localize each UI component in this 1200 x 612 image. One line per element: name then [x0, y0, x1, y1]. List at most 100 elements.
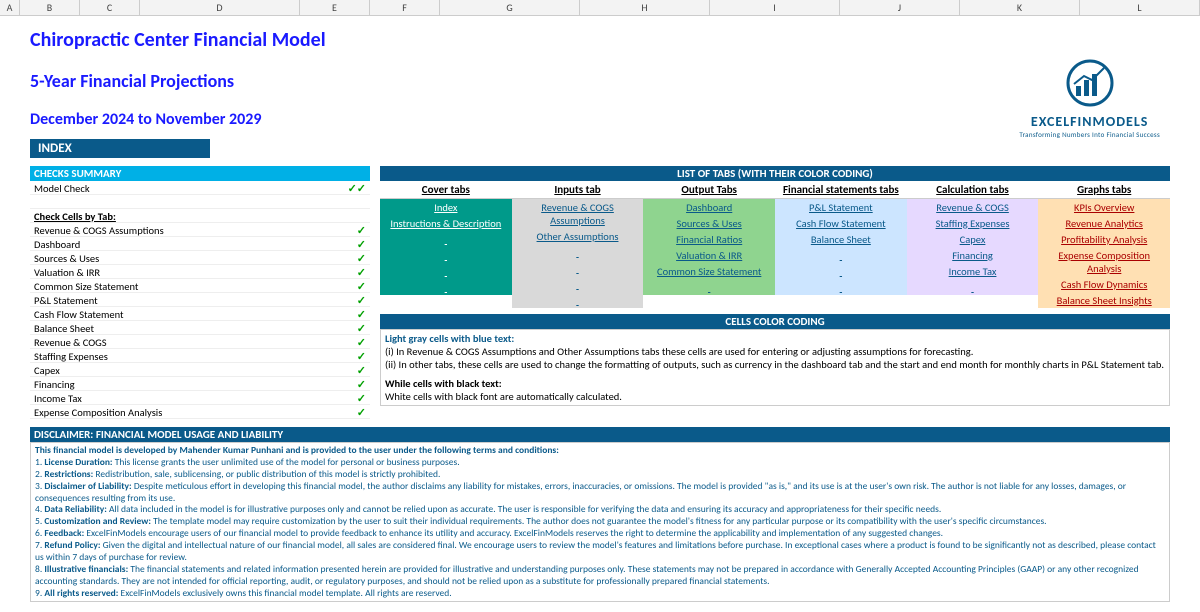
- check-label: Financing: [34, 378, 75, 389]
- tab-link[interactable]: Balance Sheet Insights: [1038, 292, 1170, 308]
- col-header-J[interactable]: J: [840, 0, 960, 15]
- tabs-col-header: Output Tabs: [643, 181, 775, 199]
- col-header-K[interactable]: K: [960, 0, 1080, 15]
- page-title-2: 5-Year Financial Projections: [30, 70, 1170, 92]
- check-label: Cash Flow Statement: [34, 308, 124, 319]
- tabs-col-header: Calculation tabs: [907, 181, 1039, 199]
- check-row: Cash Flow Statement ✓: [30, 307, 370, 321]
- check-row: Income Tax ✓: [30, 391, 370, 405]
- tab-link[interactable]: Dashboard: [643, 199, 775, 215]
- col-header-B[interactable]: B: [20, 0, 80, 15]
- check-label: Model Check: [34, 182, 90, 193]
- tab-link[interactable]: Expense Composition Analysis: [1038, 247, 1170, 276]
- disclaimer-label: Feedback:: [44, 527, 84, 539]
- page-title-1: Chiropractic Center Financial Model: [30, 28, 1170, 52]
- checks-summary-body: Model Check✓✓Check Cells by Tab:Revenue …: [30, 181, 370, 419]
- tab-link[interactable]: P&L Statement: [775, 199, 907, 215]
- tab-link[interactable]: Staffing Expenses: [907, 215, 1039, 231]
- tab-link[interactable]: Revenue & COGS: [907, 199, 1039, 215]
- col-header-L[interactable]: L: [1080, 0, 1200, 15]
- check-label: Common Size Statement: [34, 280, 138, 291]
- tab-empty: [512, 276, 644, 292]
- check-tick-icon: ✓: [357, 378, 366, 389]
- tab-link[interactable]: Common Size Statement: [643, 263, 775, 279]
- tab-empty: [512, 260, 644, 276]
- check-tick-icon: ✓: [357, 336, 366, 347]
- disclaimer-text: All data included in the model is for il…: [107, 503, 941, 515]
- check-label: Revenue & COGS: [34, 336, 107, 347]
- check-row: Staffing Expenses✓: [30, 349, 370, 363]
- tab-link[interactable]: Balance Sheet: [775, 231, 907, 247]
- tab-link[interactable]: Cash Flow Dynamics: [1038, 276, 1170, 292]
- check-tick-icon: ✓: [357, 406, 366, 417]
- disclaimer-label: Illustrative financials:: [44, 563, 128, 575]
- col-header-E[interactable]: E: [300, 0, 370, 15]
- check-tick-icon: ✓✓: [348, 182, 366, 193]
- cc-blue-line1: (i) In Revenue & COGS Assumptions and Ot…: [385, 345, 1165, 358]
- disclaimer-text: ExcelFinModels exclusively owns this fin…: [118, 587, 451, 599]
- page-title-3: December 2024 to November 2029: [30, 110, 1170, 129]
- disclaimer-item: 8. Illustrative financials: The financia…: [35, 564, 1165, 588]
- tab-link[interactable]: Profitability Analysis: [1038, 231, 1170, 247]
- check-row: Check Cells by Tab:: [30, 209, 370, 223]
- check-tick-icon: ✓: [357, 280, 366, 291]
- check-row: Valuation & IRR✓: [30, 265, 370, 279]
- tab-link[interactable]: Instructions & Description: [380, 215, 512, 231]
- disclaimer-label: License Duration:: [44, 456, 112, 468]
- tab-link[interactable]: Cash Flow Statement: [775, 215, 907, 231]
- disclaimer-body: This financial model is developed by Mah…: [30, 442, 1170, 602]
- cc-black-line1: White cells with black font are automati…: [385, 390, 1165, 403]
- col-header-H[interactable]: H: [580, 0, 710, 15]
- check-label: Check Cells by Tab:: [34, 210, 116, 221]
- disclaimer-text: Redistribution, sale, sublicensing, or p…: [93, 468, 440, 480]
- col-header-G[interactable]: G: [440, 0, 580, 15]
- check-label: Sources & Uses: [34, 252, 99, 263]
- tab-link[interactable]: Capex: [907, 231, 1039, 247]
- tab-link[interactable]: Financial Ratios: [643, 231, 775, 247]
- tab-link[interactable]: Valuation & IRR: [643, 247, 775, 263]
- check-row: Common Size Statement ✓: [30, 279, 370, 293]
- tabs-list-header: LIST OF TABS (WITH THEIR COLOR CODING): [380, 166, 1170, 181]
- check-label: Expense Composition Analysis: [34, 406, 162, 417]
- tab-empty: [380, 279, 512, 295]
- col-header-D[interactable]: D: [140, 0, 300, 15]
- tab-link[interactable]: Other Assumptions: [512, 228, 644, 244]
- check-row: Model Check ✓✓: [30, 181, 370, 195]
- col-header-I[interactable]: I: [710, 0, 840, 15]
- check-row: Capex✓: [30, 363, 370, 377]
- logo-icon: [1060, 58, 1120, 108]
- tab-empty: [380, 263, 512, 279]
- tab-link[interactable]: Revenue & COGS Assumptions: [512, 199, 644, 228]
- disclaimer-text: The financial statements and related inf…: [35, 563, 1139, 587]
- check-tick-icon: ✓: [357, 308, 366, 319]
- check-row: Revenue & COGS ✓: [30, 335, 370, 349]
- cells-coding-body: Light gray cells with blue text: (i) In …: [380, 329, 1170, 406]
- disclaimer-text: Despite meticulous effort in developing …: [35, 480, 1126, 504]
- tab-link[interactable]: KPIs Overview: [1038, 199, 1170, 215]
- disclaimer-item: 7. Refund Policy: Given the digital and …: [35, 540, 1165, 564]
- disclaimer-label: Disclaimer of Liability:: [44, 480, 131, 492]
- check-label: P&L Statement: [34, 294, 98, 305]
- brand-name: EXCELFINMODELS: [1019, 113, 1160, 130]
- brand-tagline: Transforming Numbers Into Financial Succ…: [1019, 130, 1160, 139]
- tab-link[interactable]: Index: [380, 199, 512, 215]
- cc-blue-title: Light gray cells with blue text:: [385, 332, 514, 345]
- col-header-C[interactable]: C: [80, 0, 140, 15]
- cells-coding-header: CELLS COLOR CODING: [380, 314, 1170, 329]
- disclaimer-item: 9. All rights reserved: ExcelFinModels e…: [35, 588, 1165, 600]
- check-row: Revenue & COGS Assumptions ✓: [30, 223, 370, 237]
- check-row: Dashboard✓: [30, 237, 370, 251]
- check-label: Income Tax: [34, 392, 82, 403]
- tab-link[interactable]: Revenue Analytics: [1038, 215, 1170, 231]
- check-row: Expense Composition Analysis ✓: [30, 405, 370, 419]
- tab-link[interactable]: Income Tax: [907, 263, 1039, 279]
- check-tick-icon: ✓: [357, 224, 366, 235]
- check-tick-icon: ✓: [357, 322, 366, 333]
- col-header-A[interactable]: A: [0, 0, 20, 15]
- tab-link[interactable]: Financing: [907, 247, 1039, 263]
- col-header-F[interactable]: F: [370, 0, 440, 15]
- check-label: Capex: [34, 364, 60, 375]
- tab-link[interactable]: Sources & Uses: [643, 215, 775, 231]
- check-tick-icon: ✓: [357, 392, 366, 403]
- check-label: Revenue & COGS Assumptions: [34, 224, 164, 235]
